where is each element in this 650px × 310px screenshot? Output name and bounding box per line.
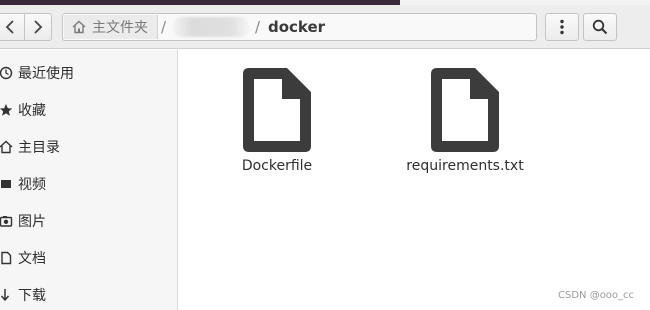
camera-icon [0,213,13,229]
file-item[interactable]: requirements.txt [390,66,540,174]
vertical-dots-icon [560,19,564,35]
sidebar-item-label: 主目录 [18,140,60,156]
sidebar-item-home[interactable]: 主目录 [0,132,178,162]
chevron-right-icon [34,20,43,34]
file-view: Dockerfile requirements.txt [179,50,650,310]
home-icon [0,139,13,155]
file-item[interactable]: Dockerfile [202,66,352,174]
video-icon [0,176,13,192]
breadcrumb-separator: / [255,18,261,36]
breadcrumb-home[interactable]: 主文件夹 [64,15,158,39]
star-icon [0,102,13,118]
breadcrumb-home-label: 主文件夹 [92,20,148,36]
home-icon [72,20,86,34]
menu-button[interactable] [545,13,579,41]
breadcrumb-current[interactable]: docker [268,18,325,36]
sidebar-item-videos[interactable]: 视频 [0,169,178,199]
search-icon [592,19,608,35]
sidebar-item-label: 最近使用 [18,66,74,82]
text-file-icon [243,68,311,152]
sidebar-item-label: 图片 [18,214,46,230]
sidebar-item-label: 收藏 [18,103,46,119]
download-icon [0,287,13,303]
forward-button[interactable] [24,13,52,41]
file-name: Dockerfile [241,158,313,174]
sidebar-item-documents[interactable]: 文档 [0,243,178,273]
sidebar-item-recent[interactable]: 最近使用 [0,58,178,88]
sidebar-item-starred[interactable]: 收藏 [0,95,178,125]
header-bar: 主文件夹 / / docker [0,5,650,49]
sidebar-item-label: 视频 [18,177,46,193]
sidebar-item-pictures[interactable]: 图片 [0,206,178,236]
file-name: requirements.txt [406,158,524,174]
clock-icon [0,65,13,81]
sidebar-item-label: 文档 [18,251,46,267]
back-button[interactable] [0,13,24,41]
sidebar: 最近使用 收藏 主目录 视频 图片 文档 下载 [0,50,178,310]
sidebar-item-label: 下载 [18,288,46,304]
watermark: CSDN @ooo_cc [558,290,635,301]
search-button[interactable] [583,13,617,41]
sidebar-item-downloads[interactable]: 下载 [0,280,178,310]
chevron-left-icon [5,20,14,34]
document-icon [0,250,13,266]
path-bar: 主文件夹 / / docker [62,13,537,41]
text-file-icon [431,68,499,152]
breadcrumb-redacted[interactable] [173,17,249,37]
breadcrumb-separator: / [161,18,167,36]
